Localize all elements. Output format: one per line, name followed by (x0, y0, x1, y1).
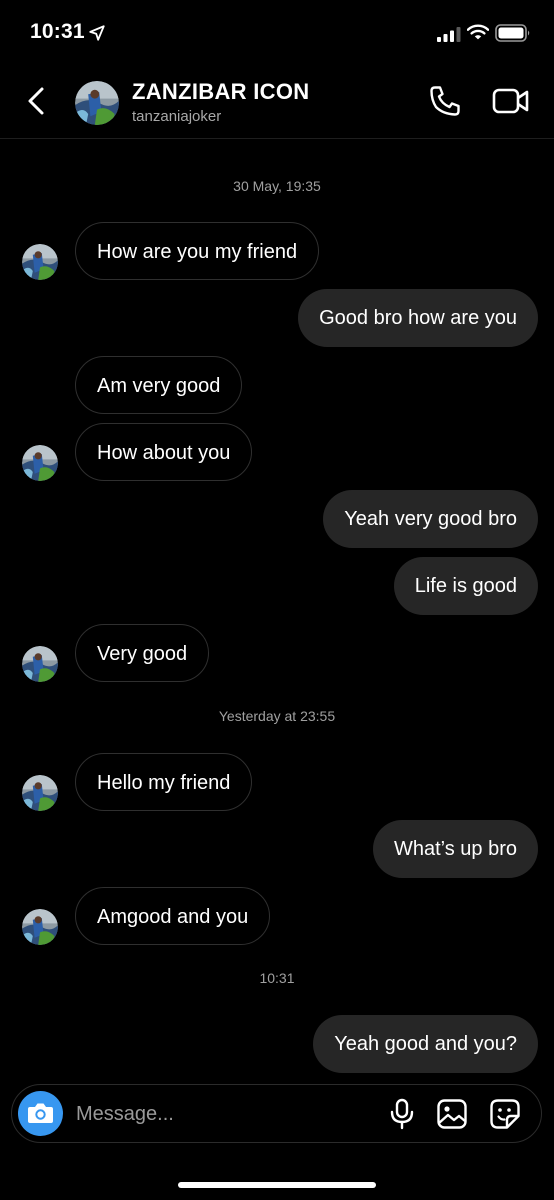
incoming-message[interactable]: How are you my friend (75, 222, 320, 280)
chat-header: ZANZIBAR ICON tanzaniajoker (0, 64, 554, 139)
contact-handle[interactable]: tanzaniajoker (132, 108, 221, 125)
wifi-icon (467, 24, 489, 40)
contact-name[interactable]: ZANZIBAR ICON (132, 79, 309, 105)
home-indicator[interactable] (178, 1182, 376, 1188)
sticker-icon[interactable] (489, 1098, 521, 1130)
back-chevron-icon[interactable] (22, 84, 52, 118)
chat-screen: 10:31 ZANZIBAR ICON tanzaniajoker 30 May… (0, 0, 554, 1200)
timestamp: 30 May, 19:35 (233, 178, 321, 194)
outgoing-message[interactable]: Yeah very good bro (323, 490, 538, 548)
incoming-message[interactable]: Amgood and you (75, 887, 271, 945)
timestamp: Yesterday at 23:55 (218, 708, 336, 724)
camera-button[interactable] (18, 1091, 63, 1136)
message-input[interactable] (76, 1099, 376, 1129)
microphone-icon[interactable] (388, 1098, 416, 1130)
camera-icon (28, 1103, 53, 1123)
outgoing-message[interactable]: Life is good (393, 557, 538, 615)
avatar[interactable] (22, 445, 58, 481)
incoming-message[interactable]: Hello my friend (75, 753, 253, 811)
incoming-message[interactable]: How about you (75, 423, 253, 481)
video-camera-icon[interactable] (492, 86, 530, 116)
status-bar: 10:31 (0, 0, 554, 64)
avatar[interactable] (22, 775, 58, 811)
outgoing-message[interactable]: Good bro how are you (298, 289, 538, 347)
location-arrow-icon (89, 25, 105, 41)
gallery-icon[interactable] (436, 1098, 468, 1130)
message-composer (11, 1084, 542, 1143)
avatar[interactable] (22, 909, 58, 945)
incoming-message[interactable]: Very good (75, 624, 210, 682)
phone-icon[interactable] (428, 84, 462, 118)
timestamp: 10:31 (259, 970, 295, 986)
avatar[interactable] (75, 81, 119, 125)
avatar[interactable] (22, 244, 58, 280)
cellular-signal-icon (437, 27, 461, 42)
incoming-message[interactable]: Am very good (75, 356, 243, 414)
avatar[interactable] (22, 646, 58, 682)
outgoing-message[interactable]: Yeah good and you? (313, 1015, 538, 1073)
battery-icon (495, 24, 530, 42)
outgoing-message[interactable]: What’s up bro (372, 820, 538, 878)
status-time: 10:31 (30, 20, 85, 43)
